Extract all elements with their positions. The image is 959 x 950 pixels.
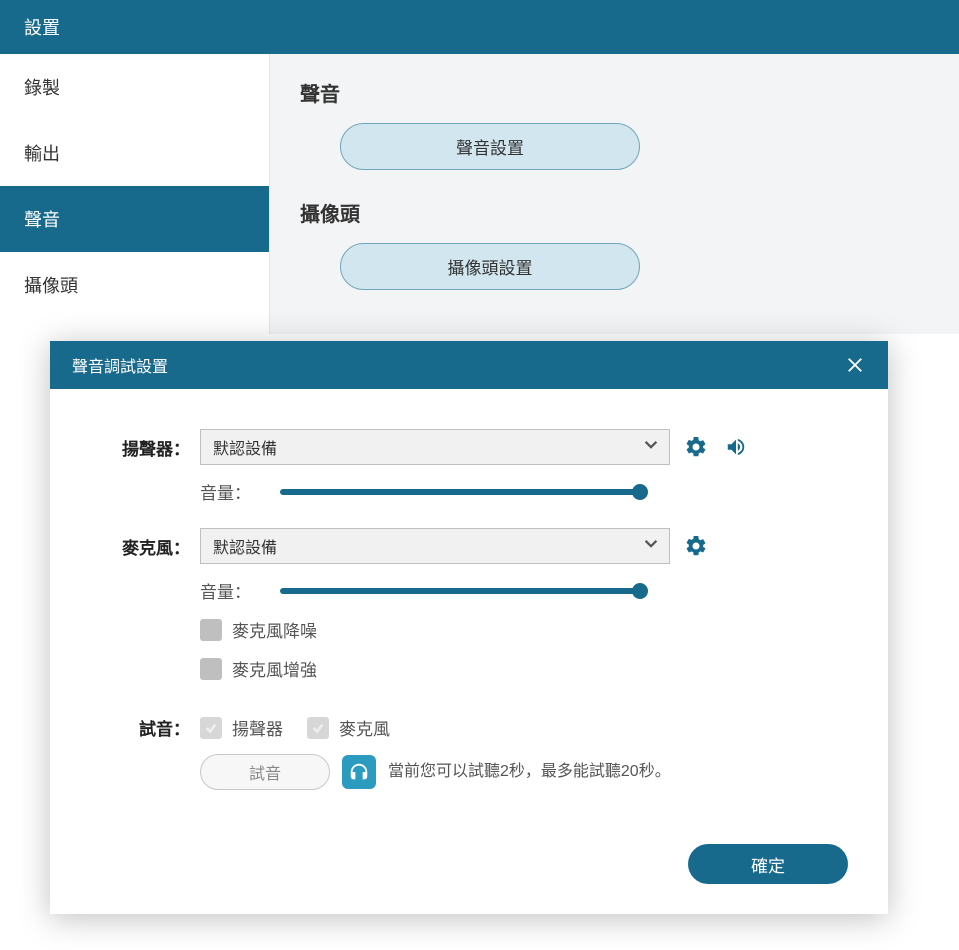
test-mic-label: 麥克風 — [339, 715, 390, 740]
speaker-select[interactable]: 默認設備 — [200, 429, 670, 465]
speaker-equalizer-icon[interactable] — [722, 433, 750, 461]
slider-thumb-icon[interactable] — [632, 583, 648, 599]
speaker-volume-slider[interactable] — [280, 489, 640, 495]
sidebar-item-record[interactable]: 錄製 — [0, 54, 269, 120]
section-heading-camera: 攝像頭 — [300, 198, 929, 227]
headphone-icon — [342, 755, 376, 789]
speaker-volume-label: 音量： — [200, 479, 280, 504]
sidebar-item-mouse-keyboard[interactable]: 鼠標和鍵盤 — [0, 318, 269, 338]
sound-test-modal: 聲音調試設置 揚聲器： 默認設備 音量： — [50, 341, 888, 914]
settings-window: 設置 錄製 輸出 聲音 攝像頭 鼠標和鍵盤 聲音 聲音設置 攝像頭 攝像頭設置 — [0, 0, 959, 334]
test-label: 試音： — [90, 715, 200, 740]
sidebar-item-sound[interactable]: 聲音 — [0, 186, 269, 252]
mic-enhance-label: 麥克風增強 — [232, 656, 317, 681]
mic-select[interactable]: 默認設備 — [200, 528, 670, 564]
camera-settings-button[interactable]: 攝像頭設置 — [340, 243, 640, 290]
chevron-down-icon — [642, 436, 660, 459]
speaker-settings-gear-icon[interactable] — [682, 433, 710, 461]
test-speaker-checkbox[interactable] — [200, 717, 222, 739]
modal-title: 聲音調試設置 — [72, 353, 168, 377]
sidebar-item-camera[interactable]: 攝像頭 — [0, 252, 269, 318]
test-speaker-label: 揚聲器 — [232, 715, 283, 740]
speaker-label: 揚聲器： — [90, 435, 200, 460]
mic-noise-reduction-label: 麥克風降噪 — [232, 617, 317, 642]
test-description: 當前您可以試聽2秒，最多能試聽20秒。 — [388, 761, 848, 783]
sidebar: 錄製 輸出 聲音 攝像頭 鼠標和鍵盤 — [0, 54, 270, 334]
slider-thumb-icon[interactable] — [632, 484, 648, 500]
test-mic-checkbox[interactable] — [307, 717, 329, 739]
test-button[interactable]: 試音 — [200, 754, 330, 790]
mic-settings-gear-icon[interactable] — [682, 532, 710, 560]
window-titlebar: 設置 — [0, 0, 959, 54]
close-icon[interactable] — [844, 354, 866, 376]
section-heading-sound: 聲音 — [300, 78, 929, 107]
speaker-select-value: 默認設備 — [213, 435, 277, 459]
sound-settings-button[interactable]: 聲音設置 — [340, 123, 640, 170]
mic-volume-slider[interactable] — [280, 588, 640, 594]
mic-volume-label: 音量： — [200, 578, 280, 603]
ok-button[interactable]: 確定 — [688, 844, 848, 884]
sidebar-item-output[interactable]: 輸出 — [0, 120, 269, 186]
mic-label: 麥克風： — [90, 534, 200, 559]
chevron-down-icon — [642, 535, 660, 558]
mic-enhance-checkbox[interactable] — [200, 658, 222, 680]
main-panel: 聲音 聲音設置 攝像頭 攝像頭設置 — [270, 54, 959, 334]
mic-noise-reduction-checkbox[interactable] — [200, 619, 222, 641]
mic-select-value: 默認設備 — [213, 534, 277, 558]
